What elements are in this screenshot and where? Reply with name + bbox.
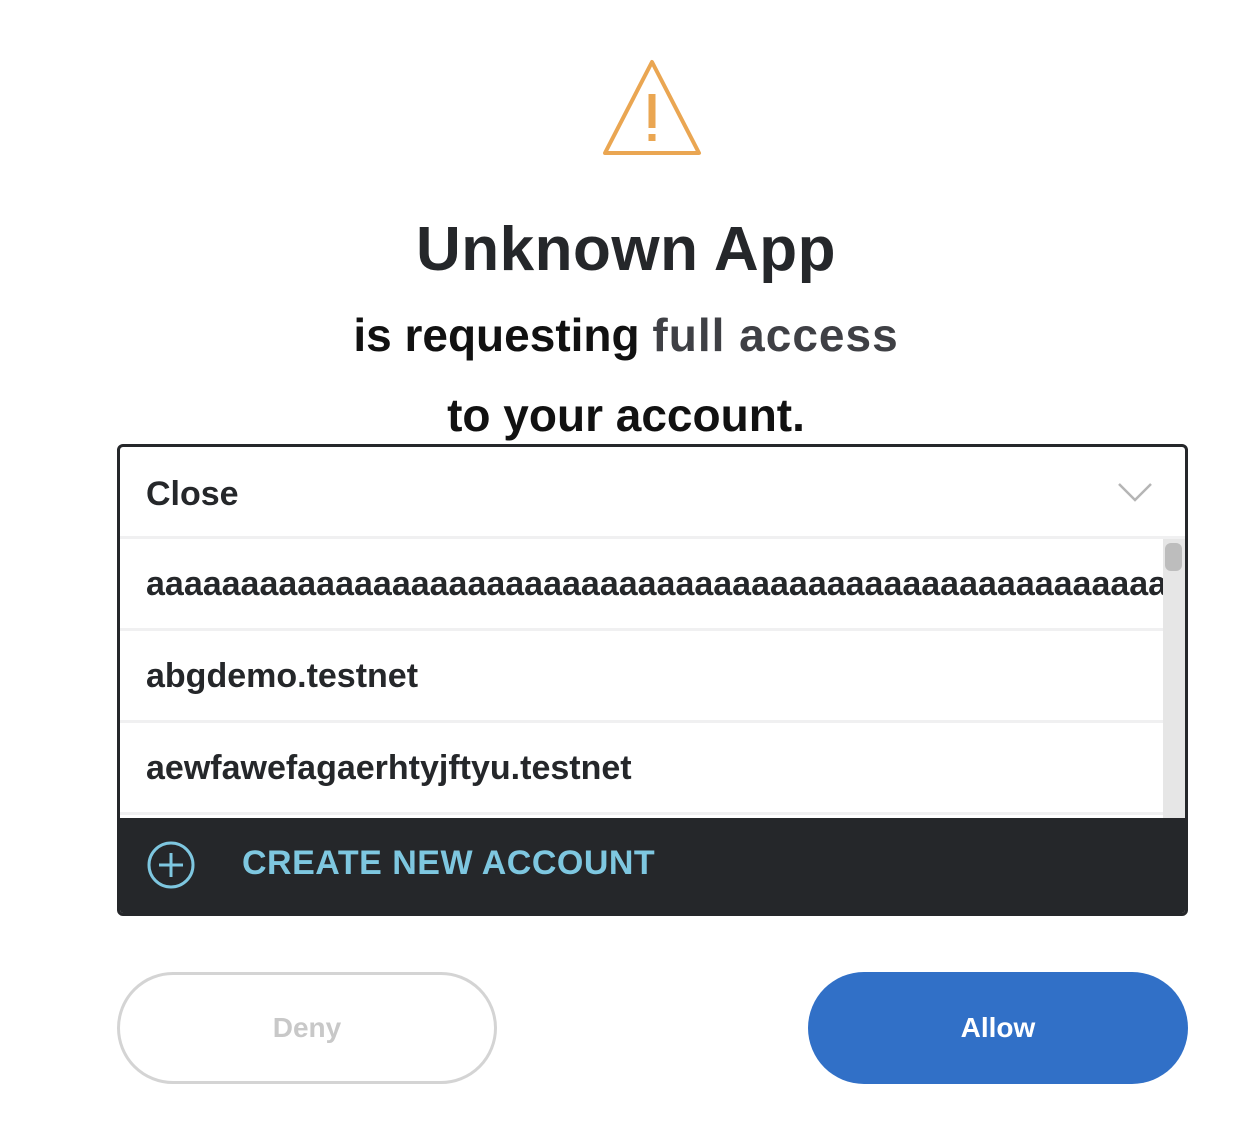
allow-button[interactable]: Allow <box>808 972 1188 1084</box>
chevron-down-icon[interactable] <box>1117 481 1153 503</box>
account-list-scrollbar[interactable] <box>1163 539 1185 819</box>
account-option-label: abgdemo.testnet <box>146 657 419 695</box>
warning-icon <box>603 60 701 155</box>
create-new-account-label: CREATE NEW ACCOUNT <box>242 844 656 882</box>
dropdown-close-label[interactable]: Close <box>146 475 239 514</box>
request-prefix: is requesting <box>353 309 640 361</box>
access-level: full access <box>652 309 899 361</box>
account-option[interactable]: abgdemo.testnet <box>120 631 1165 723</box>
plus-circle-icon <box>147 841 195 889</box>
request-line: is requesting full access <box>0 308 1252 362</box>
account-option-label: aaaaaaaaaaaaaaaaaaaaaaaaaaaaaaaaaaaaaaaa… <box>146 565 1165 603</box>
account-dropdown[interactable]: Close aaaaaaaaaaaaaaaaaaaaaaaaaaaaaaaaaa… <box>117 444 1188 916</box>
scrollbar-thumb[interactable] <box>1165 543 1182 571</box>
request-suffix: to your account. <box>447 389 805 441</box>
account-option[interactable]: aaaaaaaaaaaaaaaaaaaaaaaaaaaaaaaaaaaaaaaa… <box>120 539 1165 631</box>
create-new-account-button[interactable]: CREATE NEW ACCOUNT <box>120 818 1185 913</box>
account-option-label: aewfawefagaerhtyjftyu.testnet <box>146 749 632 787</box>
account-option[interactable]: aewfawefagaerhtyjftyu.testnet <box>120 723 1165 815</box>
app-title: Unknown App <box>416 215 836 284</box>
dropdown-header[interactable]: Close <box>120 447 1185 539</box>
account-list: aaaaaaaaaaaaaaaaaaaaaaaaaaaaaaaaaaaaaaaa… <box>120 539 1165 819</box>
deny-button[interactable]: Deny <box>117 972 497 1084</box>
